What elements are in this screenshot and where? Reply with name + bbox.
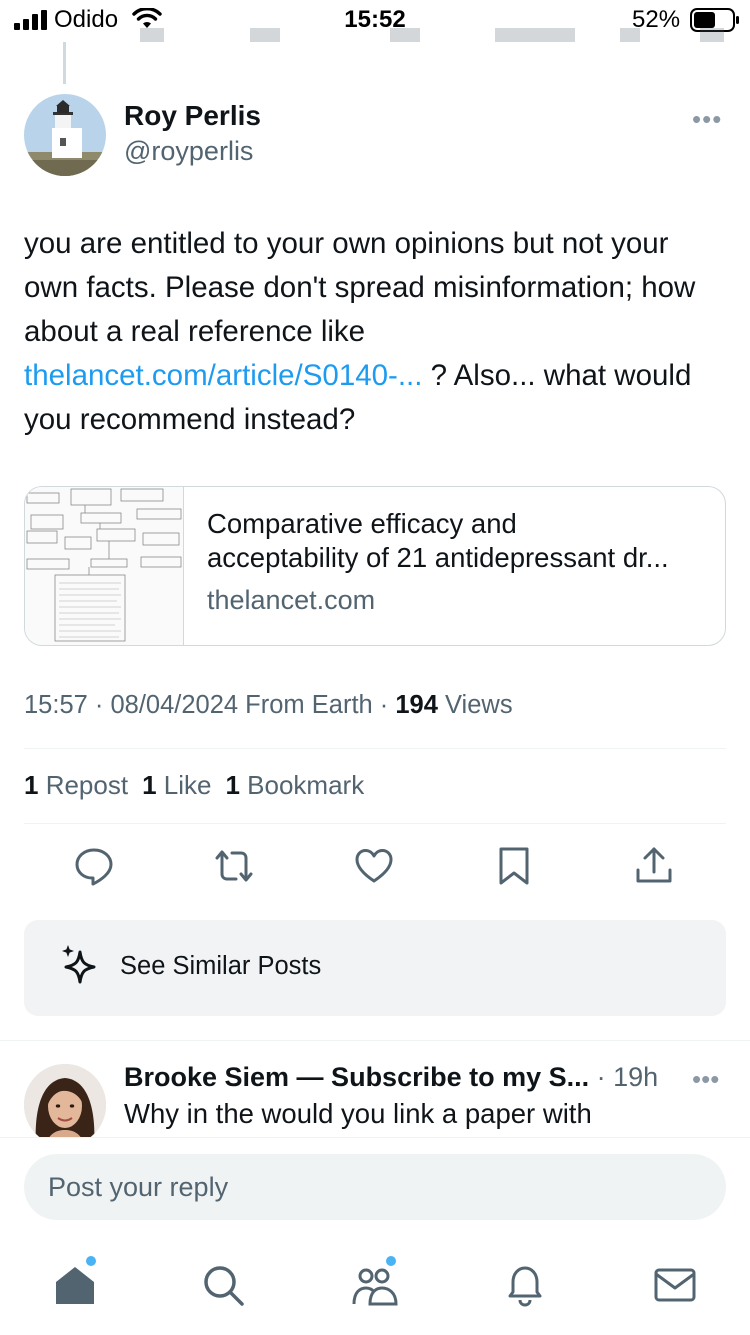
sparkle-icon: [62, 945, 96, 984]
tweet-meta: 15:57 · 08/04/2024 From Earth · 194 View…: [24, 691, 513, 720]
bookmarks-stat[interactable]: 1 Bookmark: [225, 770, 364, 800]
engagement-stats: 1 Repost 1 Like 1 Bookmark: [24, 770, 364, 801]
home-notification-dot: [86, 1256, 96, 1266]
bookmark-icon[interactable]: [494, 846, 534, 886]
reply-more-options-icon[interactable]: •••: [692, 1064, 719, 1095]
card-thumbnail: [25, 487, 184, 645]
lighthouse-avatar-image: [24, 94, 106, 176]
reposts-count: 1: [24, 770, 39, 800]
link-preview-card[interactable]: Comparative efficacy and acceptability o…: [24, 486, 726, 646]
notifications-icon[interactable]: [502, 1262, 548, 1308]
likes-label: Like: [156, 770, 212, 800]
messages-icon[interactable]: [652, 1262, 698, 1308]
tweet-link[interactable]: thelancet.com/article/S0140-...: [24, 359, 422, 392]
reply-author-avatar[interactable]: [24, 1064, 106, 1146]
divider: [24, 748, 726, 749]
flowchart-thumbnail-image: [26, 488, 182, 642]
card-title: Comparative efficacy and acceptability o…: [207, 507, 707, 575]
repost-icon[interactable]: [214, 846, 254, 886]
communities-icon[interactable]: [352, 1262, 398, 1308]
likes-stat[interactable]: 1 Like: [142, 770, 211, 800]
tweet-timestamp: 15:57 · 08/04/2024 From Earth ·: [24, 691, 396, 719]
views-label: Views: [437, 691, 513, 719]
divider: [24, 823, 726, 824]
card-title-line: Comparative efficacy and: [207, 508, 517, 539]
card-domain: thelancet.com: [207, 585, 376, 615]
reply-icon[interactable]: [74, 846, 114, 886]
card-title-line: acceptability of 21 antidepressant dr...: [207, 542, 669, 573]
communities-notification-dot: [386, 1256, 396, 1266]
previous-tweet-actions-faded: [140, 28, 724, 42]
see-similar-posts-button[interactable]: See Similar Posts: [24, 920, 726, 1016]
more-options-icon[interactable]: •••: [692, 104, 722, 135]
share-icon[interactable]: [634, 846, 674, 886]
likes-count: 1: [142, 770, 157, 800]
reply-text: Why in the would you link a paper with: [124, 1098, 592, 1129]
reply-input[interactable]: [24, 1154, 726, 1220]
tweet-text-part: you are entitled to your own opinions bu…: [24, 227, 696, 348]
reposts-label: Repost: [38, 770, 129, 800]
reply-header: Brooke Siem — Subscribe to my S... · 19h: [124, 1062, 658, 1093]
reposts-stat[interactable]: 1 Repost: [24, 770, 128, 800]
reply-author-name[interactable]: Brooke Siem — Subscribe to my S...: [124, 1062, 589, 1092]
search-icon[interactable]: [200, 1262, 246, 1308]
thread-connector-line: [63, 42, 66, 84]
reply-avatar-image: [24, 1064, 106, 1146]
divider: [0, 1040, 750, 1041]
bookmarks-count: 1: [225, 770, 240, 800]
tweet-text: you are entitled to your own opinions bu…: [24, 222, 724, 442]
author-avatar[interactable]: [24, 94, 106, 176]
see-similar-posts-label: See Similar Posts: [120, 952, 322, 980]
views-count: 194: [395, 691, 438, 719]
like-icon[interactable]: [354, 846, 394, 886]
author-name[interactable]: Roy Perlis: [124, 100, 261, 132]
bookmarks-label: Bookmark: [239, 770, 365, 800]
author-handle[interactable]: @royperlis: [124, 136, 253, 167]
reply-time: · 19h: [589, 1062, 659, 1092]
home-icon[interactable]: [52, 1262, 98, 1308]
